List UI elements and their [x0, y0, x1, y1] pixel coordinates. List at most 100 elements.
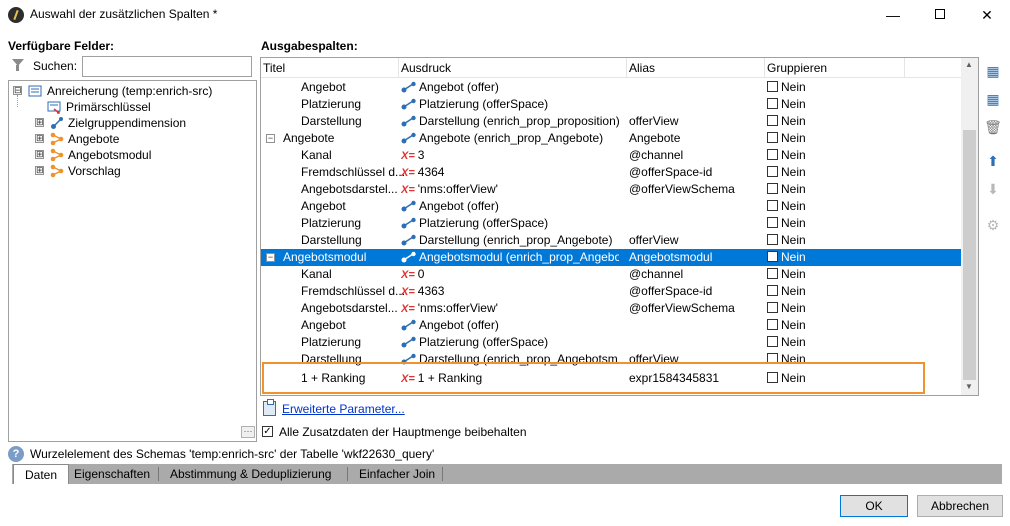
- table-row[interactable]: − Angebotsmodul Angebotsmodul (enrich_prop…: [261, 249, 961, 266]
- move-up-icon[interactable]: ⬆: [982, 150, 1004, 172]
- group-checkbox[interactable]: [767, 302, 778, 313]
- tab-properties[interactable]: Eigenschaften: [63, 465, 161, 483]
- minimize-button[interactable]: —: [870, 0, 916, 30]
- group-value: Nein: [781, 318, 806, 332]
- highlight-annotation: [262, 362, 925, 394]
- collapse-icon[interactable]: −: [266, 134, 275, 143]
- tree-item-label: Angebote: [68, 132, 120, 146]
- cell-expression: Angebot (offer): [401, 79, 619, 96]
- search-input[interactable]: [82, 56, 252, 77]
- column-header-expression[interactable]: Ausdruck: [401, 61, 451, 75]
- field-tree[interactable]: ⊟ Anreicherung (temp:enrich-src) Primärs…: [8, 80, 257, 442]
- group-checkbox[interactable]: [767, 251, 778, 262]
- expand-icon[interactable]: ⊞: [35, 166, 44, 175]
- vertical-scrollbar[interactable]: ▲ ▼: [961, 58, 978, 395]
- cell-title: Angebot: [301, 80, 346, 94]
- add-column-icon[interactable]: ▦: [982, 60, 1004, 82]
- group-checkbox[interactable]: [767, 183, 778, 194]
- group-checkbox[interactable]: [767, 319, 778, 330]
- table-row[interactable]: Platzierung Platzierung (offerSpace) Nein: [261, 334, 961, 351]
- expand-icon[interactable]: ⊞: [35, 150, 44, 159]
- cell-expression: Platzierung (offerSpace): [401, 96, 619, 113]
- move-down-icon[interactable]: ⬇: [982, 178, 1004, 200]
- tab-reconciliation[interactable]: Abstimmung & Deduplizierung: [159, 465, 342, 483]
- table-row[interactable]: Kanal X= 0 @channel Nein: [261, 266, 961, 283]
- group-checkbox[interactable]: [767, 200, 778, 211]
- cell-title: Platzierung: [301, 335, 362, 349]
- expression-text: Platzierung (offerSpace): [419, 335, 549, 349]
- table-row[interactable]: Fremdschlüssel d... X= 4363 @offerSpace-id N…: [261, 283, 961, 300]
- group-checkbox[interactable]: [767, 115, 778, 126]
- expand-icon[interactable]: ⊞: [35, 134, 44, 143]
- group-value: Nein: [781, 199, 806, 213]
- scroll-down-icon[interactable]: ▼: [965, 382, 973, 391]
- link-icon: [401, 234, 416, 246]
- close-button[interactable]: ✕: [964, 0, 1010, 30]
- group-value: Nein: [781, 250, 806, 264]
- keep-additional-data-checkbox[interactable]: ✓: [262, 426, 273, 437]
- group-checkbox[interactable]: [767, 166, 778, 177]
- column-header-group[interactable]: Gruppieren: [767, 61, 827, 75]
- cell-group: Nein: [767, 113, 806, 130]
- tab-data[interactable]: Daten: [13, 464, 70, 484]
- table-row[interactable]: Platzierung Platzierung (offerSpace) Nein: [261, 215, 961, 232]
- settings-icon[interactable]: ⚙: [982, 214, 1004, 236]
- expression-text: Angebot (offer): [419, 80, 499, 94]
- cell-group: Nein: [767, 266, 806, 283]
- group-checkbox[interactable]: [767, 217, 778, 228]
- cell-group: Nein: [767, 164, 806, 181]
- cell-alias: Angebotsmodul: [629, 250, 713, 264]
- cell-group: Nein: [767, 249, 806, 266]
- cancel-button[interactable]: Abbrechen: [917, 495, 1003, 517]
- clipboard-icon: [263, 399, 276, 416]
- column-header-title[interactable]: Titel: [263, 61, 285, 75]
- group-value: Nein: [781, 233, 806, 247]
- table-row[interactable]: Platzierung Platzierung (offerSpace) Nein: [261, 96, 961, 113]
- collapse-icon[interactable]: −: [266, 253, 275, 262]
- group-checkbox[interactable]: [767, 149, 778, 160]
- table-row[interactable]: Angebot Angebot (offer) Nein: [261, 79, 961, 96]
- group-checkbox[interactable]: [767, 336, 778, 347]
- more-options-button[interactable]: ···: [241, 426, 255, 438]
- table-row[interactable]: Angebotsdarstel... X='nms:offerView' @offe…: [261, 181, 961, 198]
- table-row[interactable]: Darstellung Darstellung (enrich_prop_prop…: [261, 113, 961, 130]
- cell-group: Nein: [767, 232, 806, 249]
- table-row[interactable]: − Angebote Angebote (enrich_prop_Angebote)…: [261, 130, 961, 147]
- table-row[interactable]: Kanal X= 3 @channel Nein: [261, 147, 961, 164]
- group-checkbox[interactable]: [767, 234, 778, 245]
- table-row[interactable]: Fremdschlüssel d... X= 4364 @offerSpace-id N…: [261, 164, 961, 181]
- tab-simple-join[interactable]: Einfacher Join: [348, 465, 446, 483]
- primary-key-icon: [47, 101, 61, 114]
- group-checkbox[interactable]: [767, 81, 778, 92]
- table-row[interactable]: Angebot Angebot (offer) Nein: [261, 317, 961, 334]
- link-icon: [401, 81, 416, 93]
- group-checkbox[interactable]: [767, 132, 778, 143]
- cell-alias: @offerViewSchema: [629, 301, 735, 315]
- table-row[interactable]: Angebotsdarstel... X='nms:offerView' @offe…: [261, 300, 961, 317]
- group-value: Nein: [781, 148, 806, 162]
- scroll-up-icon[interactable]: ▲: [965, 60, 973, 69]
- ok-button[interactable]: OK: [840, 495, 908, 517]
- group-value: Nein: [781, 182, 806, 196]
- group-value: Nein: [781, 301, 806, 315]
- table-row[interactable]: Angebot Angebot (offer) Nein: [261, 198, 961, 215]
- scrollbar-thumb[interactable]: [963, 130, 976, 380]
- column-header-alias[interactable]: Alias: [629, 61, 655, 75]
- group-checkbox[interactable]: [767, 268, 778, 279]
- cell-alias: offerView: [629, 114, 679, 128]
- link-icon: [51, 117, 63, 129]
- expand-icon[interactable]: ⊞: [35, 118, 44, 127]
- cell-title: Kanal: [301, 148, 332, 162]
- maximize-button[interactable]: [918, 0, 964, 30]
- delete-icon[interactable]: 🗑: [982, 116, 1004, 138]
- table-row[interactable]: Darstellung Darstellung (enrich_prop_Ange…: [261, 232, 961, 249]
- advanced-parameters-link[interactable]: Erweiterte Parameter...: [282, 402, 405, 416]
- collapse-icon[interactable]: ⊟: [13, 86, 22, 95]
- cell-expression: X='nms:offerView': [401, 300, 619, 318]
- add-expression-icon[interactable]: ▦: [982, 88, 1004, 110]
- output-columns-grid[interactable]: Titel Ausdruck Alias Gruppieren Angebot A…: [260, 57, 979, 396]
- cell-title: Darstellung: [301, 114, 362, 128]
- group-value: Nein: [781, 131, 806, 145]
- group-checkbox[interactable]: [767, 98, 778, 109]
- group-checkbox[interactable]: [767, 285, 778, 296]
